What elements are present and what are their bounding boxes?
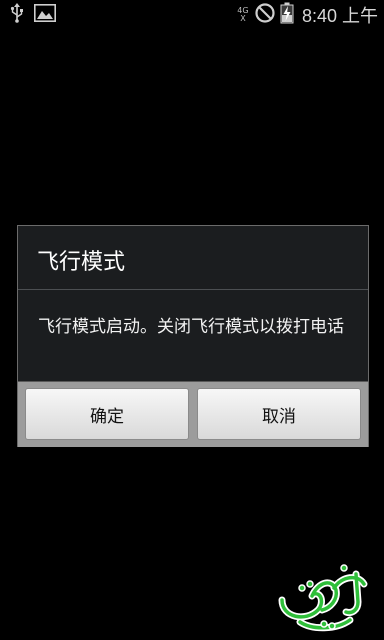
notification-icons (10, 3, 56, 27)
dialog-message: 飞行模式启动。关闭飞行模式以拨打电话 (38, 317, 344, 337)
cancel-button-label: 取消 (262, 406, 296, 427)
network-type-bottom: X (240, 14, 246, 23)
airplane-mode-dialog: 飞行模式 飞行模式启动。关闭飞行模式以拨打电话 确定 取消 (17, 225, 369, 447)
ok-button-label: 确定 (90, 406, 124, 427)
no-signal-icon (254, 2, 276, 28)
network-type-indicator: 4G X (236, 7, 250, 23)
battery-charging-icon (280, 2, 294, 28)
dialog-button-bar: 确定 取消 (18, 381, 368, 447)
title-divider (18, 289, 368, 290)
watermark-logo (272, 560, 376, 634)
screen: 4G X 8:40 上午 飞行模式 飞行模式启动。关闭飞行模式以拨打电话 确定 … (0, 0, 384, 640)
cancel-button[interactable]: 取消 (197, 388, 361, 440)
usb-icon (10, 3, 24, 27)
status-bar: 4G X 8:40 上午 (0, 0, 384, 30)
dialog-title: 飞行模式 (37, 250, 126, 275)
clock: 8:40 上午 (301, 6, 378, 26)
ok-button[interactable]: 确定 (25, 388, 189, 440)
image-notification-icon (34, 4, 56, 26)
system-icons: 4G X 8:40 上午 (236, 2, 378, 28)
